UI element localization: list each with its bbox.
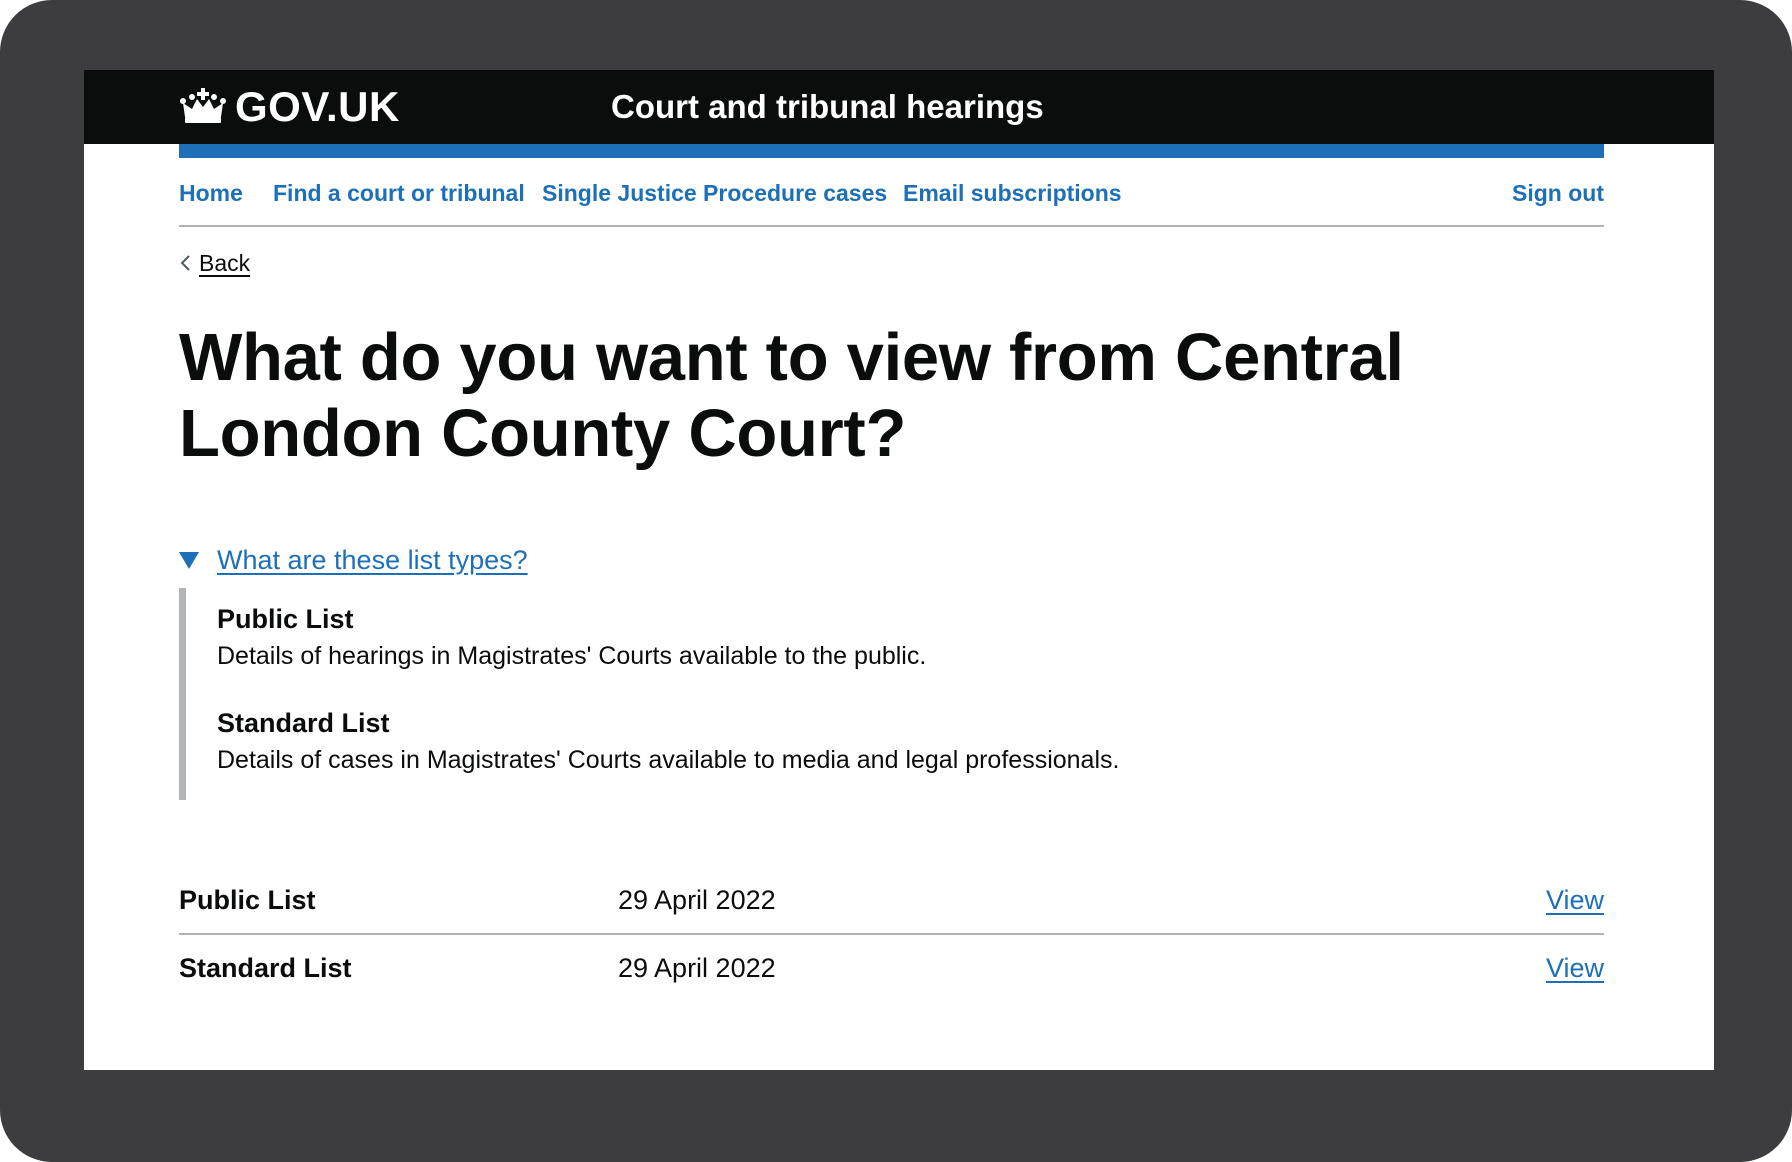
list-date: 29 April 2022	[618, 953, 776, 983]
logo-text: GOV.UK	[235, 83, 400, 130]
list-name: Standard List	[179, 953, 352, 983]
details-description: Details of cases in Magistrates' Courts …	[217, 746, 1120, 774]
service-name[interactable]: Court and tribunal hearings	[611, 86, 1044, 128]
back-link[interactable]: Back	[179, 248, 250, 278]
list-name: Public List	[179, 885, 316, 915]
nav-divider	[179, 225, 1604, 227]
view-public-list-link[interactable]: View	[1546, 883, 1604, 917]
browser-viewport: GOV.UK Court and tribunal hearings Home …	[84, 70, 1714, 1070]
list-table: Public List 29 April 2022 View Standard …	[179, 867, 1604, 1001]
crown-icon	[180, 88, 226, 123]
header-accent-bar	[179, 144, 1604, 158]
details-summary-label: What are these list types?	[217, 545, 528, 575]
table-row: Standard List 29 April 2022 View	[179, 935, 1604, 1001]
chevron-left-icon	[180, 255, 190, 271]
site-header: GOV.UK Court and tribunal hearings	[84, 70, 1714, 144]
nav-item-find-court[interactable]: Find a court or tribunal	[273, 178, 525, 208]
table-row: Public List 29 April 2022 View	[179, 867, 1604, 935]
back-link-label: Back	[199, 250, 251, 276]
nav-item-home[interactable]: Home	[179, 178, 243, 208]
details-summary-toggle[interactable]: What are these list types?	[179, 543, 528, 577]
govuk-logo-link[interactable]: GOV.UK	[179, 83, 400, 130]
details-term: Public List	[217, 604, 354, 634]
service-navigation: Home Find a court or tribunal Single Jus…	[179, 178, 1604, 218]
details-panel: Public List Details of hearings in Magis…	[179, 588, 1486, 800]
details-term: Standard List	[217, 708, 390, 738]
page-title: What do you want to view from Central Lo…	[179, 320, 1404, 471]
triangle-down-icon	[179, 551, 199, 569]
sign-out-link[interactable]: Sign out	[1512, 178, 1604, 208]
list-date: 29 April 2022	[618, 885, 776, 915]
details-description: Details of hearings in Magistrates' Cour…	[217, 642, 927, 670]
nav-item-sjp-cases[interactable]: Single Justice Procedure cases	[542, 178, 887, 208]
view-standard-list-link[interactable]: View	[1546, 951, 1604, 985]
nav-item-email-subscriptions[interactable]: Email subscriptions	[903, 178, 1122, 208]
device-frame: GOV.UK Court and tribunal hearings Home …	[0, 0, 1792, 1162]
